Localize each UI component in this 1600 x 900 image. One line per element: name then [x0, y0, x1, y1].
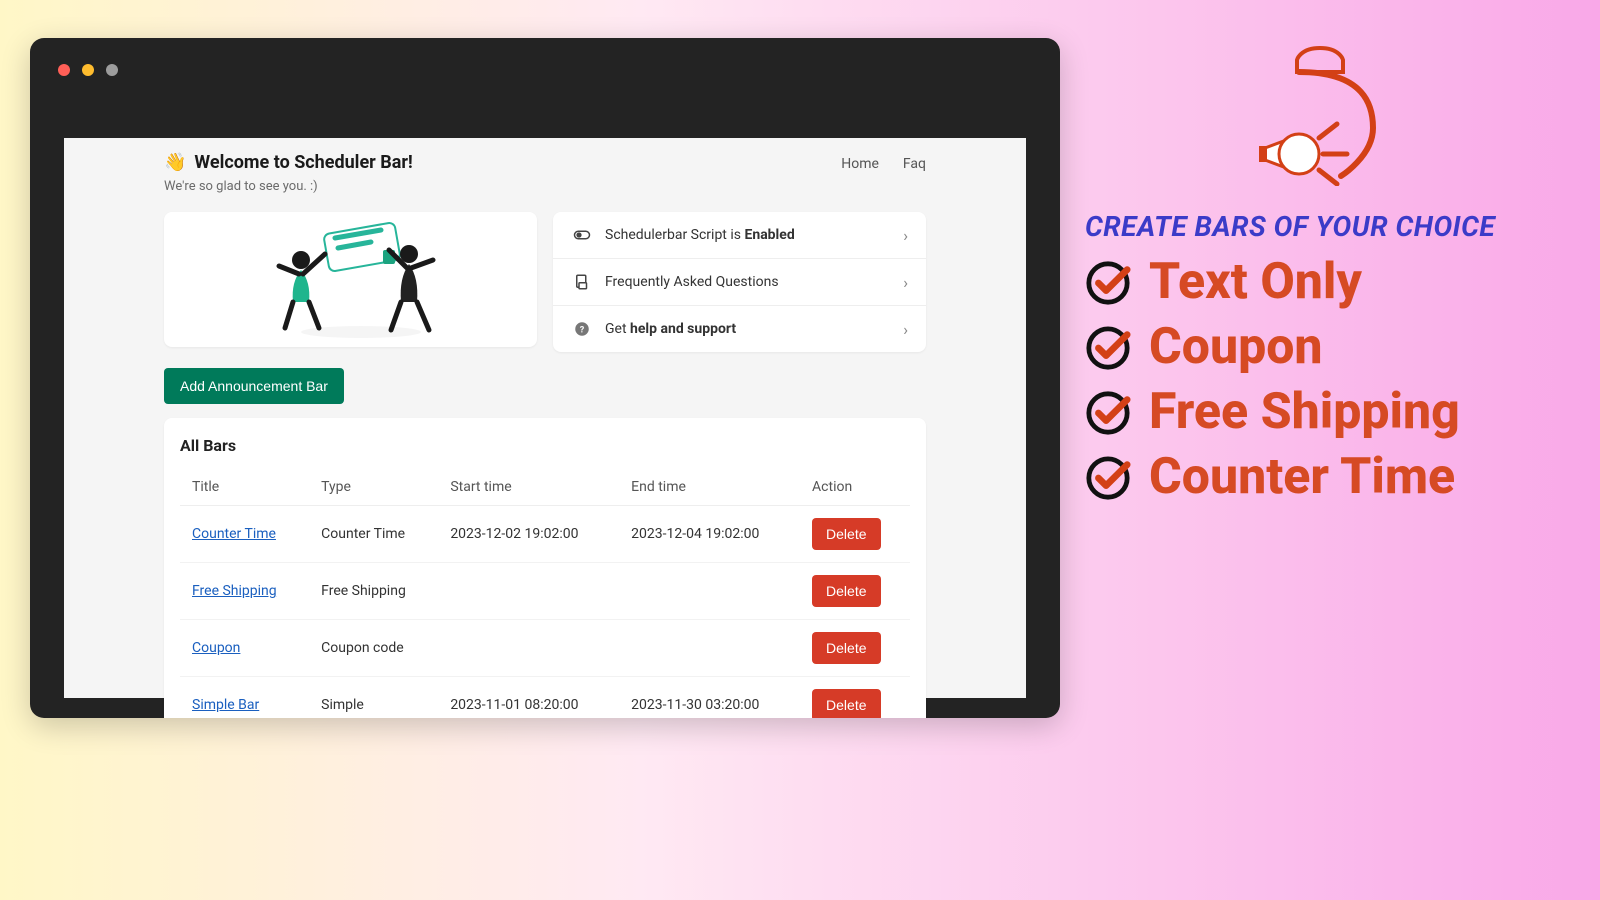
delete-button[interactable]: Delete: [812, 689, 880, 718]
col-action: Action: [800, 469, 910, 506]
bars-table: Title Type Start time End time Action Co…: [180, 469, 910, 718]
bar-end: [619, 563, 800, 620]
window-maximize-icon[interactable]: [106, 64, 118, 76]
table-row: Counter TimeCounter Time2023-12-02 19:02…: [180, 506, 910, 563]
col-start: Start time: [438, 469, 619, 506]
promo-logo: [1085, 36, 1555, 186]
bars-table-card: All Bars Title Type Start time End time …: [164, 418, 926, 718]
page-title: 👋 Welcome to Scheduler Bar!: [164, 152, 413, 173]
browser-frame: 👋 Welcome to Scheduler Bar! We're so gla…: [30, 38, 1060, 718]
check-circle-icon: [1085, 455, 1131, 501]
bar-type: Counter Time: [309, 506, 438, 563]
col-type: Type: [309, 469, 438, 506]
check-circle-icon: [1085, 325, 1131, 371]
table-heading: All Bars: [180, 436, 910, 455]
window-close-icon[interactable]: [58, 64, 70, 76]
bar-title-link[interactable]: Coupon: [192, 640, 240, 656]
chevron-right-icon: ›: [903, 226, 908, 245]
promo-item: Counter Time: [1085, 450, 1555, 505]
people-illustration-icon: [221, 220, 481, 340]
script-status-row[interactable]: Schedulerbar Script is Enabled ›: [553, 212, 926, 259]
promo-item-text: Counter Time: [1149, 450, 1455, 505]
window-minimize-icon[interactable]: [82, 64, 94, 76]
bar-type: Simple: [309, 677, 438, 719]
promo-item: Coupon: [1085, 320, 1555, 375]
info-links-card: Schedulerbar Script is Enabled › Frequen…: [553, 212, 926, 352]
wave-icon: 👋: [164, 152, 186, 173]
table-row: Coupon Coupon code Delete: [180, 620, 910, 677]
help-row[interactable]: ? Get help and support ›: [553, 306, 926, 352]
top-nav: Home Faq: [841, 156, 926, 172]
toggle-icon: [573, 226, 591, 244]
promo-heading: CREATE BARS OF YOUR CHOICE: [1085, 210, 1555, 243]
bar-type: Coupon code: [309, 620, 438, 677]
check-circle-icon: [1085, 260, 1131, 306]
svg-text:?: ?: [580, 325, 585, 335]
promo-item-text: Coupon: [1149, 320, 1323, 375]
help-text: Get help and support: [605, 321, 736, 337]
illustration-card: [164, 212, 537, 347]
faq-text: Frequently Asked Questions: [605, 274, 779, 290]
bar-end: 2023-12-04 19:02:00: [619, 506, 800, 563]
col-end: End time: [619, 469, 800, 506]
promo-item: Text Only: [1085, 255, 1555, 310]
document-icon: [573, 273, 591, 291]
bar-end: 2023-11-30 03:20:00: [619, 677, 800, 719]
promo-item: Free Shipping: [1085, 385, 1555, 440]
check-circle-icon: [1085, 390, 1131, 436]
promo-item-text: Text Only: [1149, 255, 1362, 310]
app-viewport: 👋 Welcome to Scheduler Bar! We're so gla…: [64, 138, 1026, 698]
bar-title-link[interactable]: Counter Time: [192, 526, 276, 542]
bar-start: 2023-12-02 19:02:00: [438, 506, 619, 563]
nav-faq[interactable]: Faq: [903, 156, 926, 172]
bar-start: [438, 620, 619, 677]
megaphone-bag-icon: [1245, 36, 1395, 186]
bar-title-link[interactable]: Free Shipping: [192, 583, 277, 599]
promo-item-text: Free Shipping: [1149, 385, 1460, 440]
window-titlebar: [30, 38, 1060, 102]
col-title: Title: [180, 469, 309, 506]
add-announcement-button[interactable]: Add Announcement Bar: [164, 368, 344, 404]
delete-button[interactable]: Delete: [812, 518, 880, 550]
nav-home[interactable]: Home: [841, 156, 879, 172]
bar-title-link[interactable]: Simple Bar: [192, 697, 259, 713]
promo-panel: CREATE BARS OF YOUR CHOICE Text Only Coup…: [1085, 36, 1555, 515]
page-title-text: Welcome to Scheduler Bar!: [194, 152, 412, 173]
script-status-text: Schedulerbar Script is Enabled: [605, 227, 795, 243]
bar-type: Free Shipping: [309, 563, 438, 620]
faq-row[interactable]: Frequently Asked Questions ›: [553, 259, 926, 306]
delete-button[interactable]: Delete: [812, 575, 880, 607]
delete-button[interactable]: Delete: [812, 632, 880, 664]
chevron-right-icon: ›: [903, 320, 908, 339]
page-subtitle: We're so glad to see you. :): [164, 179, 413, 194]
bar-start: [438, 563, 619, 620]
question-icon: ?: [573, 320, 591, 338]
bar-end: [619, 620, 800, 677]
table-row: Simple Bar Simple2023-11-01 08:20:002023-…: [180, 677, 910, 719]
chevron-right-icon: ›: [903, 273, 908, 292]
bar-start: 2023-11-01 08:20:00: [438, 677, 619, 719]
table-row: Free Shipping Free Shipping Delete: [180, 563, 910, 620]
